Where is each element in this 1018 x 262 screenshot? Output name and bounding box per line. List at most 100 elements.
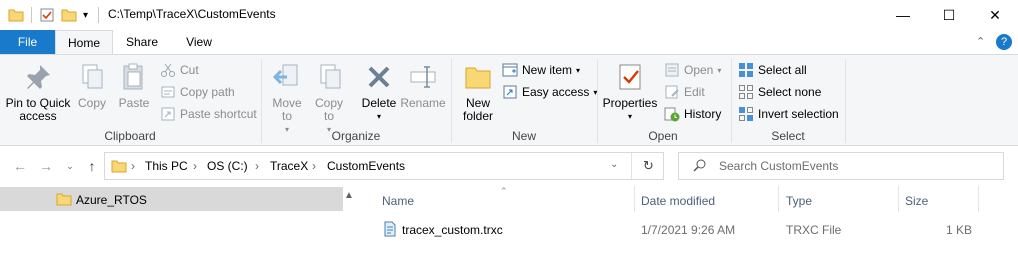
breadcrumb-separator: ›	[255, 159, 259, 173]
breadcrumb-separator: ›	[193, 159, 197, 173]
column-separator	[778, 186, 779, 212]
search-icon	[693, 158, 707, 175]
column-header-size[interactable]: Size	[905, 194, 928, 208]
breadcrumb-drive[interactable]: OS (C:)	[207, 159, 248, 173]
file-list: ⌃ Name Date modified Type Size tracex_cu…	[362, 186, 1018, 262]
forward-button[interactable]: →	[36, 156, 56, 176]
delete-icon	[363, 61, 395, 93]
open-group-label: Open	[648, 129, 678, 143]
tab-home[interactable]: Home	[55, 30, 113, 54]
breadcrumb-this-pc[interactable]: This PC	[145, 159, 188, 173]
group-separator	[845, 59, 846, 143]
pin-icon	[22, 61, 54, 93]
copy-path-label: Copy path	[180, 85, 235, 99]
separator	[98, 7, 99, 23]
move-to-label: Move to	[272, 96, 302, 123]
title-bar: ▾ C:\Temp\TraceX\CustomEvents — ☐ ✕	[0, 0, 1018, 30]
customize-toolbar-icon[interactable]: ▾	[83, 5, 88, 25]
select-all-button[interactable]: Select all	[738, 60, 807, 80]
search-input[interactable]: Search CustomEvents	[719, 159, 838, 173]
copy-to-icon	[313, 61, 345, 93]
history-button[interactable]: History	[664, 104, 721, 124]
column-separator	[634, 186, 635, 212]
address-dropdown-icon[interactable]: ⌄	[610, 159, 618, 170]
file-icon	[382, 221, 398, 240]
nav-item-azure-rtos[interactable]: Azure_RTOS	[0, 187, 343, 211]
edit-icon	[664, 84, 680, 100]
copy-path-icon	[160, 84, 176, 100]
tab-view[interactable]: View	[171, 30, 227, 54]
invert-selection-icon	[738, 106, 754, 122]
scissors-icon	[160, 62, 176, 78]
paste-icon	[118, 61, 150, 93]
file-type: TRXC File	[786, 223, 842, 237]
breadcrumb-customevents[interactable]: CustomEvents	[327, 159, 405, 173]
new-folder-icon[interactable]	[61, 5, 77, 25]
recent-locations-button[interactable]: ⌄	[60, 156, 80, 176]
invert-selection-label: Invert selection	[758, 107, 839, 121]
open-button[interactable]: Open ▾	[664, 60, 721, 80]
paste-button[interactable]: Paste	[114, 61, 154, 110]
select-all-icon	[738, 62, 754, 78]
up-button[interactable]: ↑	[82, 156, 102, 176]
minimize-button[interactable]: —	[880, 0, 926, 30]
search-box[interactable]: Search CustomEvents	[678, 152, 1004, 180]
copy-to-label: Copy to	[314, 96, 343, 123]
organize-group-label: Organize	[331, 129, 381, 143]
column-header-date-modified[interactable]: Date modified	[641, 194, 715, 208]
breadcrumb-tracex[interactable]: TraceX	[270, 159, 308, 173]
copy-icon	[76, 61, 108, 93]
pin-to-quick-access-button[interactable]: Pin to Quick access	[4, 61, 72, 123]
new-folder-label: New folder	[462, 96, 494, 123]
file-name[interactable]: tracex_custom.trxc	[402, 223, 503, 237]
help-icon[interactable]: ?	[996, 34, 1012, 50]
delete-label: Delete	[361, 96, 397, 110]
collapse-ribbon-icon[interactable]: ⌃	[976, 35, 985, 48]
rename-button[interactable]: Rename	[400, 61, 446, 110]
column-header-type[interactable]: Type	[786, 194, 812, 208]
pin-label: Pin to Quick access	[5, 96, 71, 123]
tab-file[interactable]: File	[0, 30, 55, 54]
file-size: 1 KB	[945, 223, 972, 237]
copy-to-button[interactable]: Copy to ▾	[310, 61, 348, 136]
refresh-icon[interactable]: ↻	[643, 158, 654, 174]
tab-share[interactable]: Share	[113, 30, 171, 54]
properties-button[interactable]: Properties ▾	[602, 61, 658, 123]
properties-icon	[614, 61, 646, 93]
breadcrumb-separator: ›	[312, 159, 316, 173]
copy-path-button[interactable]: Copy path	[160, 82, 235, 102]
select-none-button[interactable]: Select none	[738, 82, 821, 102]
column-header-name[interactable]: Name	[382, 194, 414, 208]
file-date-modified: 1/7/2021 9:26 AM	[641, 223, 736, 237]
address-bar[interactable]: › This PC › OS (C:) › TraceX › CustomEve…	[104, 152, 664, 180]
new-item-label: New item	[522, 63, 573, 77]
properties-label: Properties	[602, 96, 658, 110]
invert-selection-button[interactable]: Invert selection	[738, 104, 839, 124]
select-all-label: Select all	[758, 63, 807, 77]
properties-icon[interactable]	[39, 5, 55, 25]
delete-button[interactable]: Delete ▾	[358, 61, 400, 123]
history-icon	[664, 106, 680, 122]
nav-item-label: Azure_RTOS	[76, 193, 147, 207]
new-item-icon	[502, 62, 518, 78]
paste-shortcut-button[interactable]: Paste shortcut	[160, 104, 257, 124]
new-item-button[interactable]: New item ▾	[502, 60, 580, 80]
back-button[interactable]: ←	[10, 156, 30, 176]
cut-button[interactable]: Cut	[160, 60, 199, 80]
easy-access-button[interactable]: Easy access ▾	[502, 82, 597, 102]
close-button[interactable]: ✕	[972, 0, 1018, 30]
copy-button[interactable]: Copy	[74, 61, 110, 110]
edit-button[interactable]: Edit	[664, 82, 705, 102]
maximize-button[interactable]: ☐	[926, 0, 972, 30]
easy-access-icon	[502, 84, 518, 100]
new-folder-button[interactable]: New folder	[458, 61, 498, 123]
new-group-label: New	[511, 129, 536, 143]
column-separator	[978, 186, 979, 212]
open-dropdown-icon: ▾	[717, 65, 722, 75]
paste-shortcut-icon	[160, 106, 176, 122]
ribbon: Pin to Quick access Copy Paste Cut Copy …	[0, 54, 1018, 146]
move-to-icon	[271, 61, 303, 93]
move-to-button[interactable]: Move to ▾	[268, 61, 306, 136]
edit-label: Edit	[684, 85, 705, 99]
scroll-up-arrow[interactable]: ▲	[344, 190, 354, 201]
